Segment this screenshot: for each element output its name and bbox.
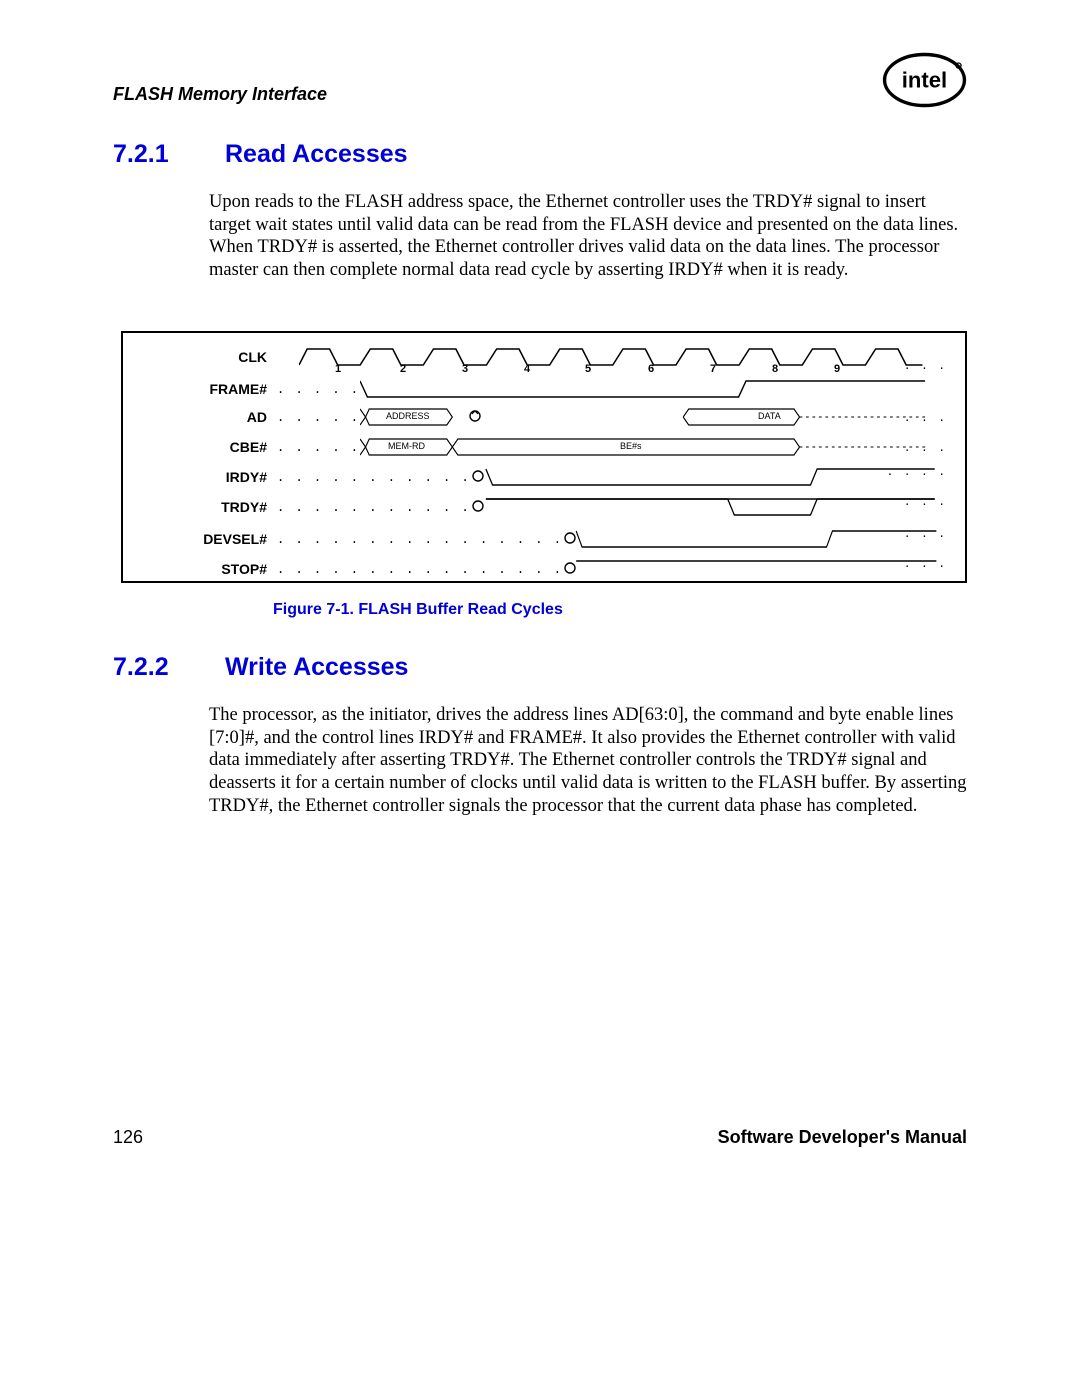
svg-text:intel: intel <box>902 68 947 93</box>
section-body-read: Upon reads to the FLASH address space, t… <box>209 191 967 281</box>
signal-row-cbe: CBE# . . . . . MEM-RD BE#s . . . <box>137 431 951 463</box>
signal-label: CLK <box>137 349 277 365</box>
timing-diagram: CLK 1 2 3 4 5 6 7 8 9 . . . FRAME# <box>121 331 967 583</box>
ad-address-label: ADDRESS <box>386 411 430 421</box>
irdy-waveform: . . . . <box>471 465 951 489</box>
signal-row-ad: AD . . . . . ADDRESS DATA . . . <box>137 401 951 433</box>
signal-row-clk: CLK 1 2 3 4 5 6 7 8 9 . . . <box>137 341 951 373</box>
page-number: 126 <box>113 1127 143 1148</box>
continuation-dots: . . . . <box>887 465 947 478</box>
signal-label: STOP# <box>137 561 277 577</box>
signal-row-devsel: DEVSEL# . . . . . . . . . . . . . . . . … <box>137 523 951 555</box>
section-title: Read Accesses <box>225 140 408 169</box>
stop-waveform: . . . <box>563 557 951 581</box>
section-body-write: The processor, as the initiator, drives … <box>209 704 967 817</box>
lead-dashes: . . . . . <box>277 440 360 454</box>
trdy-waveform: . . . <box>471 495 951 519</box>
devsel-waveform: . . . <box>563 527 951 551</box>
signal-label: DEVSEL# <box>137 531 277 547</box>
page-footer: 126 Software Developer's Manual <box>113 1127 967 1148</box>
turnaround-icon <box>563 561 577 575</box>
continuation-dots: . . . <box>904 359 947 372</box>
ad-waveform: ADDRESS DATA . . . <box>360 405 951 429</box>
signal-row-trdy: TRDY# . . . . . . . . . . . . . . <box>137 491 951 523</box>
intel-logo-icon: intel R <box>882 50 967 110</box>
cbe-cmd-label: MEM-RD <box>388 441 425 451</box>
section-number: 7.2.1 <box>113 140 185 169</box>
continuation-dots: . . . <box>904 441 947 454</box>
signal-label: AD <box>137 409 277 425</box>
section-title: Write Accesses <box>225 653 408 682</box>
continuation-dots: . . . <box>904 495 947 508</box>
footer-title: Software Developer's Manual <box>718 1127 967 1148</box>
signal-row-stop: STOP# . . . . . . . . . . . . . . . . . … <box>137 553 951 585</box>
turnaround-icon <box>471 499 485 513</box>
signal-label: IRDY# <box>137 469 277 485</box>
signal-label: FRAME# <box>137 381 277 397</box>
lead-dashes: . . . . . <box>277 410 360 424</box>
lead-dashes: . . . . . <box>277 382 360 396</box>
frame-waveform <box>360 377 951 401</box>
header-title: FLASH Memory Interface <box>113 84 327 105</box>
content-area: 7.2.1 Read Accesses Upon reads to the FL… <box>113 140 967 867</box>
signal-label: TRDY# <box>137 499 277 515</box>
signal-label: CBE# <box>137 439 277 455</box>
turnaround-icon <box>471 469 485 483</box>
signal-row-irdy: IRDY# . . . . . . . . . . . . . . . <box>137 461 951 493</box>
svg-text:R: R <box>957 64 960 69</box>
figure-caption: Figure 7-1. FLASH Buffer Read Cycles <box>273 601 967 619</box>
continuation-dots: . . . <box>904 557 947 570</box>
page-header: FLASH Memory Interface intel R <box>113 78 967 110</box>
section-number: 7.2.2 <box>113 653 185 682</box>
lead-dashes: . . . . . . . . . . . <box>277 470 471 484</box>
cbe-be-label: BE#s <box>620 441 642 451</box>
clk-waveform: 1 2 3 4 5 6 7 8 9 . . . <box>299 345 951 369</box>
lead-dashes: . . . . . . . . . . . <box>277 500 471 514</box>
turnaround-icon <box>563 531 577 545</box>
continuation-dots: . . . <box>904 527 947 540</box>
ad-data-label: DATA <box>758 411 781 421</box>
lead-dashes: . . . . . . . . . . . . . . . . <box>277 562 563 576</box>
section-heading-write: 7.2.2 Write Accesses <box>113 653 967 682</box>
lead-dashes: . . . . . . . . . . . . . . . . <box>277 532 563 546</box>
cbe-waveform: MEM-RD BE#s . . . <box>360 435 951 459</box>
turnaround-icon <box>468 409 482 423</box>
continuation-dots: . . . <box>904 411 947 424</box>
section-heading-read: 7.2.1 Read Accesses <box>113 140 967 169</box>
